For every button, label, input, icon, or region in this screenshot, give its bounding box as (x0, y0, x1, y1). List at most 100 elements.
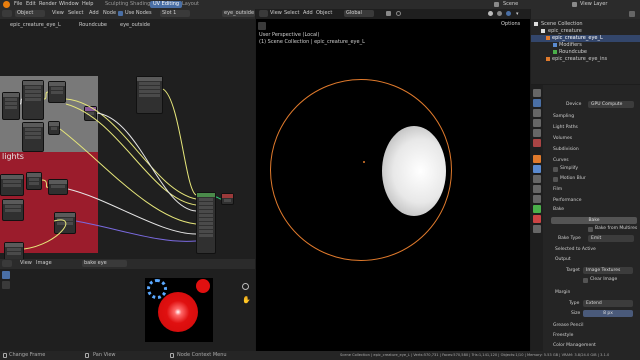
tab-uv-editing[interactable]: UV Editing (150, 1, 183, 8)
motion-blur-checkbox[interactable] (553, 177, 558, 182)
section-sampling[interactable]: Sampling (553, 114, 574, 119)
editor-type-icon[interactable] (2, 260, 12, 267)
properties-tabs (531, 85, 543, 351)
margin-section[interactable]: Margin (555, 290, 570, 295)
transform-orientation-dropdown[interactable]: Global (344, 10, 374, 17)
image-selector[interactable]: bake eye (82, 260, 127, 267)
section-color-management[interactable]: Color Management (553, 343, 596, 348)
outliner-row[interactable]: Modifiers (531, 42, 640, 49)
outliner-row-selected[interactable]: epic_creature_eye_L (531, 35, 640, 42)
section-bake[interactable]: Bake (553, 207, 564, 212)
baked-red-circle (158, 292, 198, 332)
blender-logo-icon[interactable] (3, 1, 10, 8)
scene-statistics: Scene Collection | epic_creature_eye_L |… (340, 353, 610, 357)
bake-from-multires-label: Bake from Multires (595, 226, 638, 231)
editor-type-icon[interactable] (259, 10, 268, 17)
menu-render[interactable]: Render (39, 1, 57, 7)
properties-editor[interactable]: Device GPU Compute Sampling Light Paths … (531, 85, 640, 351)
menu-image[interactable]: Image (36, 260, 52, 267)
margin-type-dropdown[interactable]: Extend (583, 300, 633, 307)
outliner-row[interactable]: epic_creature (531, 28, 640, 35)
output-section[interactable]: Output (555, 257, 571, 262)
bake-from-multires-checkbox[interactable] (588, 227, 593, 232)
selected-to-active-section[interactable]: Selected to Active (555, 247, 596, 252)
render-tab-icon[interactable] (533, 99, 541, 107)
status-hint-context-menu: Node Context Menu (177, 352, 227, 358)
scene-selector[interactable]: Scene (503, 1, 518, 8)
mesh-icon (546, 57, 550, 61)
bake-type-dropdown[interactable]: Emit (588, 235, 634, 242)
bake-button[interactable]: Bake (551, 217, 637, 224)
material-tab-icon[interactable] (533, 215, 541, 223)
object-origin-dot (363, 161, 365, 163)
physics-tab-icon[interactable] (533, 185, 541, 193)
outliner-label: epic_creature (548, 28, 582, 34)
shading-rendered-icon[interactable] (506, 11, 511, 16)
section-motion-blur[interactable]: Motion Blur (560, 176, 586, 181)
section-grease-pencil[interactable]: Grease Pencil (553, 323, 583, 328)
clear-image-checkbox[interactable] (583, 278, 588, 283)
section-curves[interactable]: Curves (553, 158, 569, 163)
image-editor[interactable]: View Image bake eye ✋ (0, 259, 255, 351)
object-tab-icon[interactable] (533, 155, 541, 163)
view-layer-tab-icon[interactable] (533, 119, 541, 127)
scene-tab-icon[interactable] (533, 129, 541, 137)
simplify-checkbox[interactable] (553, 167, 558, 172)
filter-icon[interactable] (629, 11, 635, 17)
status-hint-pan-view: Pan View (93, 352, 116, 358)
eye-cornea[interactable] (382, 126, 446, 216)
options-dropdown[interactable]: Options (501, 21, 520, 28)
section-simplify[interactable]: Simplify (560, 166, 578, 171)
zoom-icon[interactable] (242, 283, 249, 290)
section-light-paths[interactable]: Light Paths (553, 125, 578, 130)
texture-tab-icon[interactable] (533, 225, 541, 233)
tool-tab-icon[interactable] (533, 89, 541, 97)
menu-select[interactable]: Select (284, 10, 299, 17)
sample-tool-icon[interactable] (2, 281, 10, 289)
margin-type-label: Type (569, 301, 580, 306)
menu-window[interactable]: Window (59, 1, 79, 7)
bake-type-label: Bake Type (558, 236, 581, 241)
constraints-tab-icon[interactable] (533, 195, 541, 203)
particles-tab-icon[interactable] (533, 175, 541, 183)
section-volumes[interactable]: Volumes (553, 136, 572, 141)
menu-view[interactable]: View (270, 10, 282, 17)
outliner-label: epic_creature_eye_ins (552, 56, 608, 62)
menu-edit[interactable]: Edit (26, 1, 36, 7)
outliner-label: Scene Collection (541, 21, 583, 27)
pan-hand-icon[interactable]: ✋ (242, 296, 251, 304)
node-editor[interactable]: Object View Select Add Node Use Nodes Sl… (0, 9, 255, 262)
menu-object[interactable]: Object (316, 10, 332, 17)
data-tab-icon[interactable] (533, 205, 541, 213)
shading-material-icon[interactable] (497, 11, 502, 16)
menu-view[interactable]: View (20, 260, 32, 267)
view-layer-selector[interactable]: View Layer (580, 1, 607, 8)
section-performance[interactable]: Performance (553, 198, 582, 203)
outliner[interactable]: Scene Collection epic_creature epic_crea… (531, 9, 640, 84)
outliner-row[interactable]: Scene Collection (531, 21, 640, 28)
outliner-header (531, 9, 640, 19)
section-subdivision[interactable]: Subdivision (553, 147, 579, 152)
world-tab-icon[interactable] (533, 139, 541, 147)
proportional-edit-icon[interactable] (396, 11, 401, 16)
section-film[interactable]: Film (553, 187, 562, 192)
shading-options-icon[interactable]: ▾ (516, 11, 519, 17)
device-dropdown[interactable]: GPU Compute (588, 101, 634, 108)
tab-layout[interactable]: Layout (179, 1, 202, 8)
select-tool-icon[interactable] (2, 271, 10, 279)
target-dropdown[interactable]: Image Textures (583, 267, 633, 274)
margin-size-field[interactable]: 8 px (583, 310, 633, 317)
menu-help[interactable]: Help (82, 1, 93, 7)
menu-file[interactable]: File (14, 1, 22, 7)
section-freestyle[interactable]: Freestyle (553, 333, 573, 338)
outliner-row[interactable]: epic_creature_eye_ins (531, 56, 640, 63)
output-tab-icon[interactable] (533, 109, 541, 117)
viewport-tools (258, 22, 266, 30)
3d-viewport[interactable]: View Select Add Object Global ▾ Options … (256, 9, 530, 351)
margin-size-label: Size (571, 311, 581, 316)
outliner-row[interactable]: Roundcube (531, 49, 640, 56)
snap-icon[interactable] (386, 11, 391, 16)
shading-solid-icon[interactable] (488, 11, 493, 16)
menu-add[interactable]: Add (303, 10, 313, 17)
modifier-tab-icon[interactable] (533, 165, 541, 173)
